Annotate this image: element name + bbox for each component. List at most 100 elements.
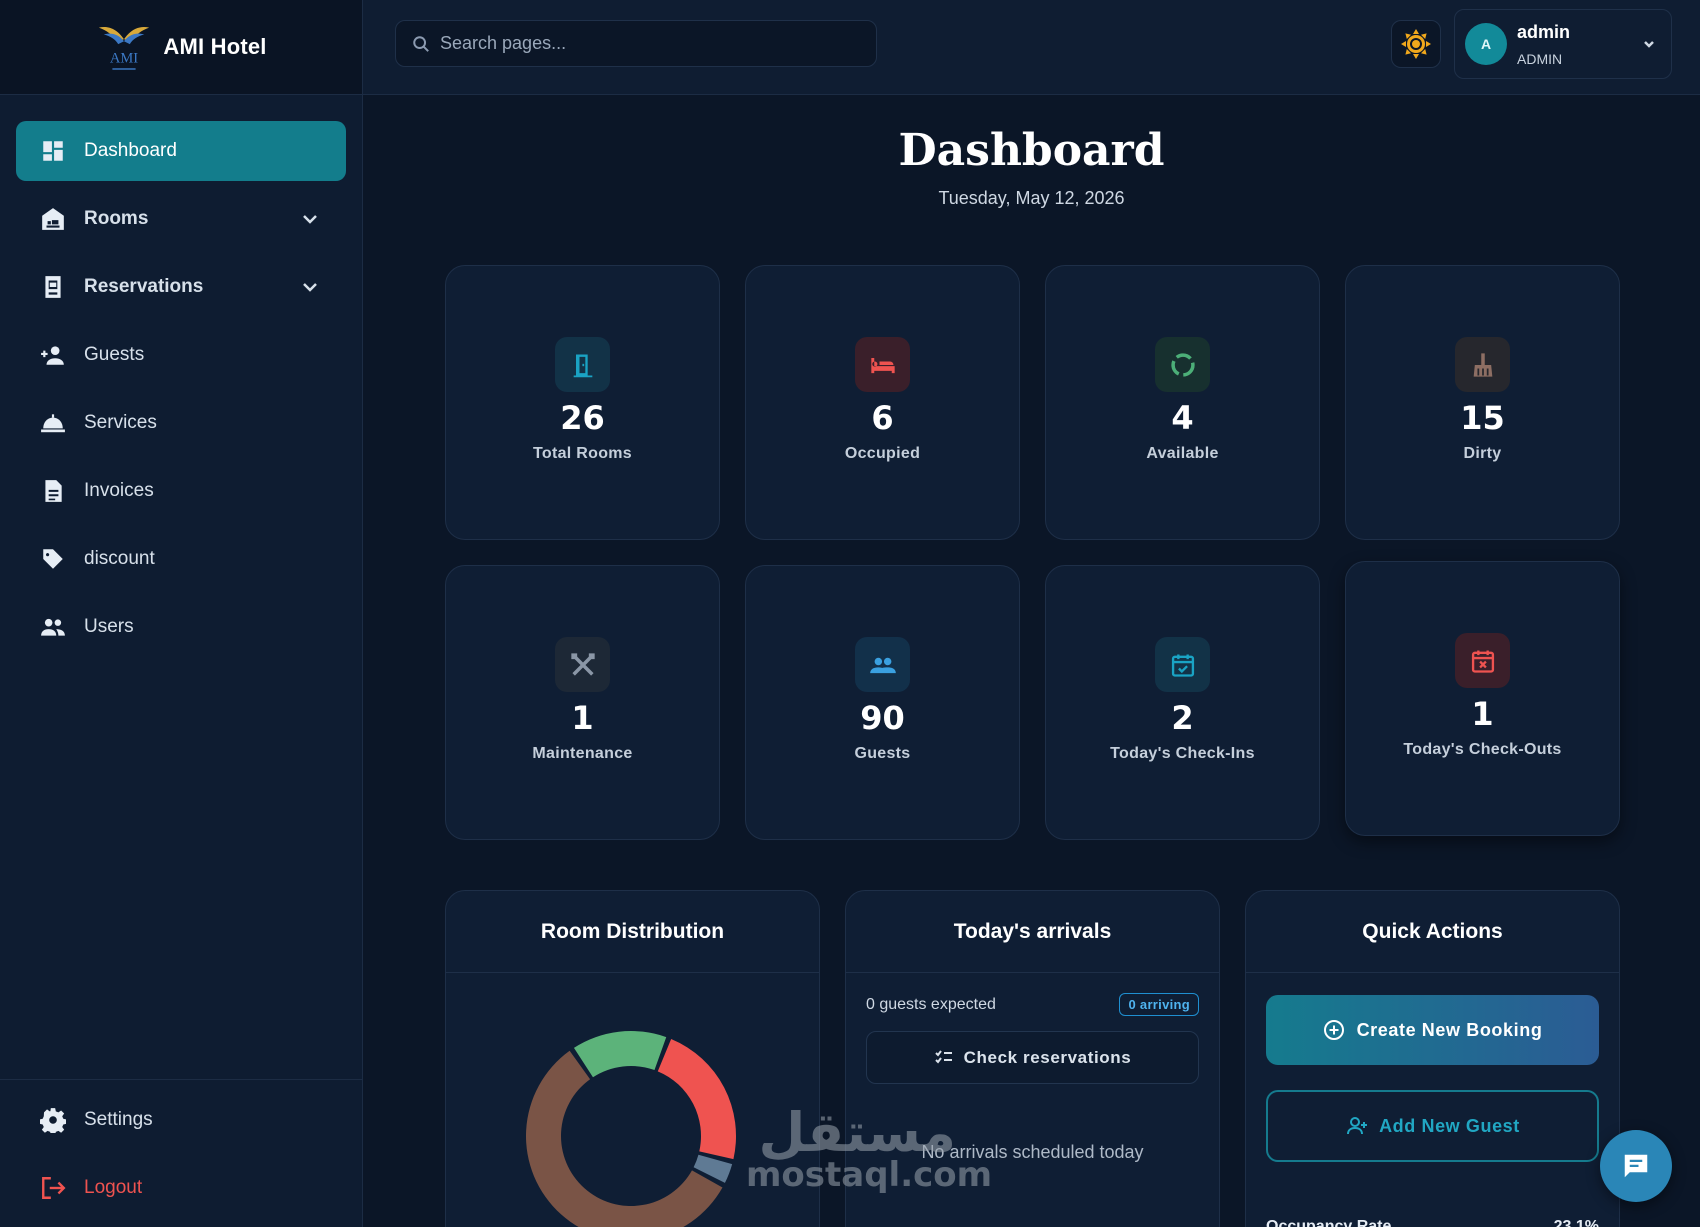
sidebar-item-label: discount	[84, 548, 155, 569]
logo-text: AMI	[110, 50, 138, 66]
stat-value: 6	[871, 399, 894, 437]
stat-card-check-ins[interactable]: 2 Today's Check-Ins	[1045, 565, 1320, 840]
room-distribution-donut-chart[interactable]	[521, 1026, 741, 1227]
stat-label: Dirty	[1463, 445, 1502, 462]
stat-value: 15	[1460, 399, 1505, 437]
stat-label: Guests	[854, 745, 911, 762]
chat-icon	[1624, 1154, 1648, 1178]
stat-card-check-outs[interactable]: 1 Today's Check-Outs	[1345, 561, 1620, 836]
add-person-icon	[1347, 1117, 1368, 1135]
check-reservations-button[interactable]: Check reservations	[866, 1031, 1199, 1084]
stat-card-guests[interactable]: 90 Guests	[745, 565, 1020, 840]
sidebar-item-label: Settings	[84, 1109, 153, 1130]
sidebar-item-label: Dashboard	[84, 140, 177, 161]
quick-actions-panel: Quick Actions Create New Booking Add New…	[1245, 890, 1620, 1227]
stat-value: 1	[571, 699, 594, 737]
panel-title: Quick Actions	[1246, 891, 1619, 973]
sidebar-item-label: Invoices	[84, 480, 154, 501]
page-title: Dashboard	[898, 125, 1165, 176]
sidebar-item-label: Rooms	[84, 208, 149, 229]
sidebar-item-label: Services	[84, 412, 157, 433]
sidebar-item-discount[interactable]: discount	[16, 529, 346, 589]
calendar-check-icon	[1155, 637, 1210, 692]
brand[interactable]: AMI AMI Hotel	[0, 0, 362, 95]
gear-icon	[38, 1106, 68, 1134]
stat-label: Maintenance	[532, 745, 633, 762]
empty-state: No arrivals scheduled today	[921, 1142, 1144, 1162]
avatar: A	[1465, 23, 1507, 65]
sidebar-item-users[interactable]: Users	[16, 597, 346, 657]
tools-icon	[555, 637, 610, 692]
user-menu[interactable]: A admin ADMIN	[1454, 9, 1672, 79]
stat-value: 26	[560, 399, 605, 437]
stat-label: Available	[1146, 445, 1219, 462]
stat-card-occupied[interactable]: 6 Occupied	[745, 265, 1020, 540]
stat-card-maintenance[interactable]: 1 Maintenance	[445, 565, 720, 840]
sidebar-item-invoices[interactable]: Invoices	[16, 461, 346, 521]
button-label: Create New Booking	[1356, 1019, 1543, 1040]
sidebar-item-label: Users	[84, 616, 134, 637]
room-distribution-panel: Room Distribution	[445, 890, 820, 1227]
status-badge: 0 arriving	[1119, 993, 1199, 1016]
door-icon	[555, 337, 610, 392]
chevron-down-icon[interactable]	[300, 277, 320, 297]
stat-label: Today's Check-Outs	[1403, 741, 1562, 758]
tag-icon	[38, 545, 68, 573]
sidebar-item-services[interactable]: Services	[16, 393, 346, 453]
chevron-down-icon[interactable]	[1641, 36, 1657, 57]
add-guest-button[interactable]: Add New Guest	[1266, 1090, 1599, 1162]
chevron-down-icon[interactable]	[300, 209, 320, 229]
chat-button[interactable]	[1600, 1130, 1672, 1202]
document-icon	[38, 477, 68, 505]
sidebar-item-dashboard[interactable]: Dashboard	[16, 121, 346, 181]
sidebar-item-logout[interactable]: Logout	[16, 1158, 346, 1218]
topbar: A admin ADMIN	[363, 0, 1700, 95]
search-input[interactable]	[440, 33, 840, 54]
donut-slice-available[interactable]	[573, 1031, 667, 1078]
stat-card-available[interactable]: 4 Available	[1045, 265, 1320, 540]
sidebar-item-guests[interactable]: Guests	[16, 325, 346, 385]
button-label: Check reservations	[963, 1047, 1132, 1067]
stat-value: 4	[1171, 399, 1194, 437]
occupancy-label: Occupancy Rate	[1266, 1218, 1392, 1227]
stat-value: 90	[860, 699, 905, 737]
sidebar-item-settings[interactable]: Settings	[16, 1090, 346, 1150]
stat-label: Today's Check-Ins	[1110, 745, 1255, 762]
sidebar-item-rooms[interactable]: Rooms	[16, 189, 346, 249]
stat-card-total-rooms[interactable]: 26 Total Rooms	[445, 265, 720, 540]
stat-value: 1	[1471, 695, 1494, 733]
occupancy-value: 23.1%	[1553, 1218, 1599, 1227]
room-service-icon	[38, 409, 68, 437]
stat-card-dirty[interactable]: 15 Dirty	[1345, 265, 1620, 540]
people-icon	[38, 613, 68, 641]
donut-slice-occupied[interactable]	[657, 1038, 736, 1160]
sidebar: AMI AMI Hotel Dashboard Rooms Reservatio…	[0, 0, 363, 1227]
user-role: ADMIN	[1517, 50, 1563, 67]
sun-icon	[1401, 29, 1431, 59]
booking-icon	[38, 273, 68, 301]
dashboard-icon	[38, 137, 68, 165]
plus-circle-icon	[1323, 1020, 1344, 1040]
sidebar-footer: Settings Logout	[0, 1079, 362, 1227]
search-icon	[413, 35, 429, 52]
sidebar-item-label: Logout	[84, 1177, 143, 1198]
circle-progress-icon	[1155, 337, 1210, 392]
hotel-logo-icon: AMI	[99, 27, 150, 70]
panel-title: Today's arrivals	[846, 891, 1219, 973]
add-person-icon	[38, 341, 68, 369]
occupancy-rate: Occupancy Rate 23.1%	[1266, 1218, 1599, 1227]
user-name: admin	[1517, 21, 1571, 42]
arrivals-panel: Today's arrivals 0 guests expected 0 arr…	[845, 890, 1220, 1227]
stat-label: Total Rooms	[532, 445, 632, 462]
create-booking-button[interactable]: Create New Booking	[1266, 995, 1599, 1065]
stat-label: Occupied	[844, 445, 921, 462]
button-label: Add New Guest	[1379, 1115, 1520, 1136]
search-box[interactable]	[395, 20, 877, 67]
sidebar-item-label: Reservations	[84, 276, 204, 297]
theme-toggle-button[interactable]	[1391, 20, 1441, 68]
checklist-icon	[934, 1049, 952, 1064]
sidebar-item-reservations[interactable]: Reservations	[16, 257, 346, 317]
page-date: Tuesday, May 12, 2026	[938, 188, 1125, 208]
logout-icon	[38, 1174, 68, 1202]
people-icon	[855, 637, 910, 692]
